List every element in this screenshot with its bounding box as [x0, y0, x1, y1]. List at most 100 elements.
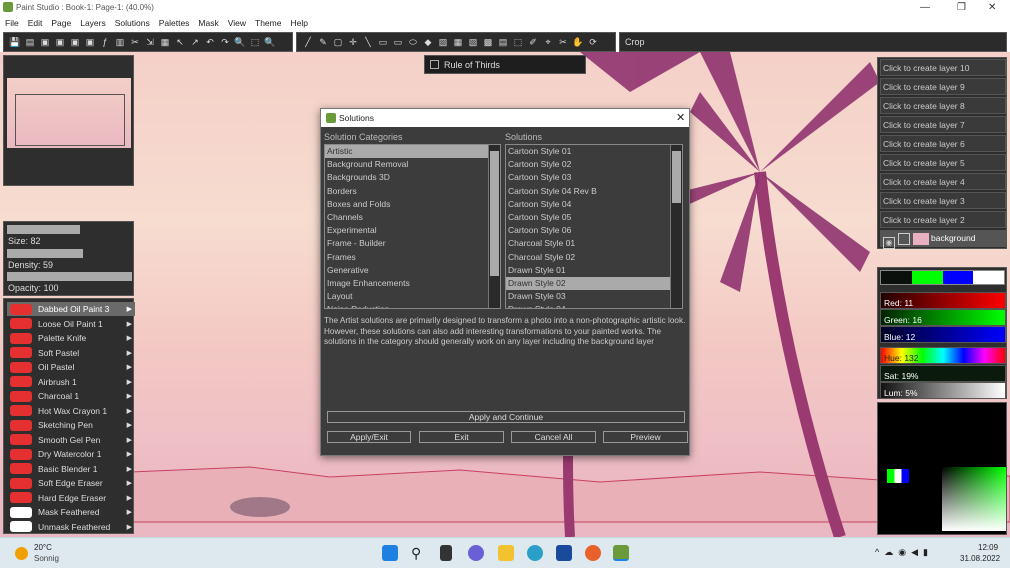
teams-chat-icon[interactable]: [468, 545, 484, 561]
menu-theme[interactable]: Theme: [255, 18, 281, 28]
layer-background[interactable]: ◉ background: [880, 230, 1006, 249]
menu-palettes[interactable]: Palettes: [159, 18, 190, 28]
submenu-arrow-icon[interactable]: ▶: [127, 465, 132, 473]
category-item[interactable]: Backgrounds 3D: [325, 171, 488, 184]
brush-item[interactable]: Palette Knife ▶: [7, 331, 135, 345]
solution-item[interactable]: Cartoon Style 05: [506, 211, 670, 224]
system-tray-icons[interactable]: ^☁◉◀▮: [875, 547, 933, 558]
store-icon[interactable]: [556, 545, 572, 561]
submenu-arrow-icon[interactable]: ▶: [127, 421, 132, 429]
weather-condition[interactable]: Sonnig: [34, 554, 59, 563]
zoom-out-icon[interactable]: 🔍: [264, 36, 276, 48]
dialog-close-button[interactable]: ✕: [676, 111, 685, 124]
rule-of-thirds-checkbox[interactable]: [430, 60, 439, 69]
solution-item[interactable]: Cartoon Style 04: [506, 198, 670, 211]
menu-page[interactable]: Page: [51, 18, 71, 28]
tool-15-icon[interactable]: ⬚: [512, 36, 524, 48]
category-item[interactable]: Channels: [325, 211, 488, 224]
submenu-arrow-icon[interactable]: ▶: [127, 320, 132, 328]
solution-item[interactable]: Cartoon Style 06: [506, 224, 670, 237]
new-page-icon[interactable]: ▣: [39, 36, 51, 48]
minimize-button[interactable]: —: [920, 2, 930, 13]
save-icon[interactable]: 💾: [9, 36, 21, 48]
tool-20-icon[interactable]: ⟳: [587, 36, 599, 48]
brush-item[interactable]: Dry Watercolor 1 ▶: [7, 447, 135, 461]
brush-item[interactable]: Dabbed Oil Paint 3 ▶: [7, 302, 135, 316]
tool-13-icon[interactable]: ▩: [482, 36, 494, 48]
layer-lock-icon[interactable]: [898, 233, 910, 245]
tool-6-icon[interactable]: ▭: [377, 36, 389, 48]
tool-11-icon[interactable]: ▦: [452, 36, 464, 48]
solution-item[interactable]: Drawn Style 02: [506, 276, 670, 291]
solution-item[interactable]: Cartoon Style 02: [506, 158, 670, 171]
create-layer-slot[interactable]: Click to create layer 8: [880, 97, 1006, 114]
task-view-icon[interactable]: [440, 545, 452, 561]
brush-item[interactable]: Loose Oil Paint 1 ▶: [7, 317, 135, 331]
create-layer-slot[interactable]: Click to create layer 4: [880, 173, 1006, 190]
category-item[interactable]: Borders: [325, 185, 488, 198]
tool-3-icon[interactable]: ▢: [332, 36, 344, 48]
color-swatch[interactable]: [973, 271, 1004, 284]
brush-item[interactable]: Smooth Gel Pen ▶: [7, 433, 135, 447]
submenu-arrow-icon[interactable]: ▶: [127, 523, 132, 531]
solution-item[interactable]: Cartoon Style 01: [506, 145, 670, 158]
redo-icon[interactable]: ↷: [219, 36, 231, 48]
submenu-arrow-icon[interactable]: ▶: [127, 334, 132, 342]
color-swatch[interactable]: [942, 271, 974, 284]
create-layer-slot[interactable]: Click to create layer 6: [880, 135, 1006, 152]
tool-10-icon[interactable]: ▨: [437, 36, 449, 48]
color-swatch[interactable]: [911, 271, 943, 284]
submenu-arrow-icon[interactable]: ▶: [127, 479, 132, 487]
maximize-button[interactable]: ❐: [957, 2, 966, 13]
submenu-arrow-icon[interactable]: ▶: [127, 450, 132, 458]
menu-edit[interactable]: Edit: [28, 18, 43, 28]
apply-exit-button[interactable]: Apply/Exit: [327, 431, 411, 443]
tool-7-icon[interactable]: ▭: [392, 36, 404, 48]
submenu-arrow-icon[interactable]: ▶: [127, 494, 132, 502]
color-picker[interactable]: [877, 402, 1007, 535]
close-button[interactable]: ✕: [988, 2, 996, 13]
category-item[interactable]: Layout: [325, 290, 488, 303]
paste-page-icon[interactable]: ▣: [84, 36, 96, 48]
blue-slider[interactable]: Blue: 12: [880, 326, 1006, 343]
undo-icon[interactable]: ↶: [204, 36, 216, 48]
opacity-slider[interactable]: [7, 272, 132, 281]
brush-item[interactable]: Airbrush 1 ▶: [7, 375, 135, 389]
create-layer-slot[interactable]: Click to create layer 7: [880, 116, 1006, 133]
tool-1-icon[interactable]: ╱: [302, 36, 314, 48]
menu-view[interactable]: View: [228, 18, 246, 28]
menu-solutions[interactable]: Solutions: [115, 18, 150, 28]
menu-help[interactable]: Help: [290, 18, 307, 28]
solutions-scrollbar[interactable]: [670, 145, 682, 308]
submenu-arrow-icon[interactable]: ▶: [127, 508, 132, 516]
fit-icon[interactable]: ⬚: [249, 36, 261, 48]
submenu-arrow-icon[interactable]: ▶: [127, 392, 132, 400]
exit-button[interactable]: Exit: [419, 431, 504, 443]
brush-item[interactable]: Soft Pastel ▶: [7, 346, 135, 360]
solution-item[interactable]: Charcoal Style 01: [506, 237, 670, 250]
menu-mask[interactable]: Mask: [198, 18, 218, 28]
function-icon[interactable]: ƒ: [99, 36, 111, 48]
preview-button[interactable]: Preview: [603, 431, 688, 443]
saturation-slider[interactable]: Sat: 19%: [880, 365, 1006, 382]
tool-2-icon[interactable]: ✎: [317, 36, 329, 48]
create-layer-slot[interactable]: Click to create layer 5: [880, 154, 1006, 171]
copy-page-icon[interactable]: ▣: [69, 36, 81, 48]
category-item[interactable]: Frames: [325, 251, 488, 264]
solution-item[interactable]: Charcoal Style 02: [506, 251, 670, 264]
brush-item[interactable]: Oil Pastel ▶: [7, 360, 135, 374]
solution-item[interactable]: Cartoon Style 04 Rev B: [506, 185, 670, 198]
tool-4-icon[interactable]: ✛: [347, 36, 359, 48]
category-item[interactable]: Experimental: [325, 224, 488, 237]
solution-item[interactable]: Drawn Style 04: [506, 303, 670, 308]
categories-list[interactable]: Artistic Background Removal Backgrounds 3D…: [324, 144, 501, 309]
search-icon[interactable]: ⚲: [411, 545, 427, 561]
tool-9-icon[interactable]: ◆: [422, 36, 434, 48]
clock-time[interactable]: 12:09: [978, 543, 998, 552]
open-icon[interactable]: ▣: [54, 36, 66, 48]
create-layer-slot[interactable]: Click to create layer 2: [880, 211, 1006, 228]
brush-item[interactable]: Hot Wax Crayon 1 ▶: [7, 404, 135, 418]
weather-sun-icon[interactable]: [15, 547, 28, 560]
cancel-all-button[interactable]: Cancel All: [511, 431, 596, 443]
transform-icon[interactable]: ⇲: [144, 36, 156, 48]
